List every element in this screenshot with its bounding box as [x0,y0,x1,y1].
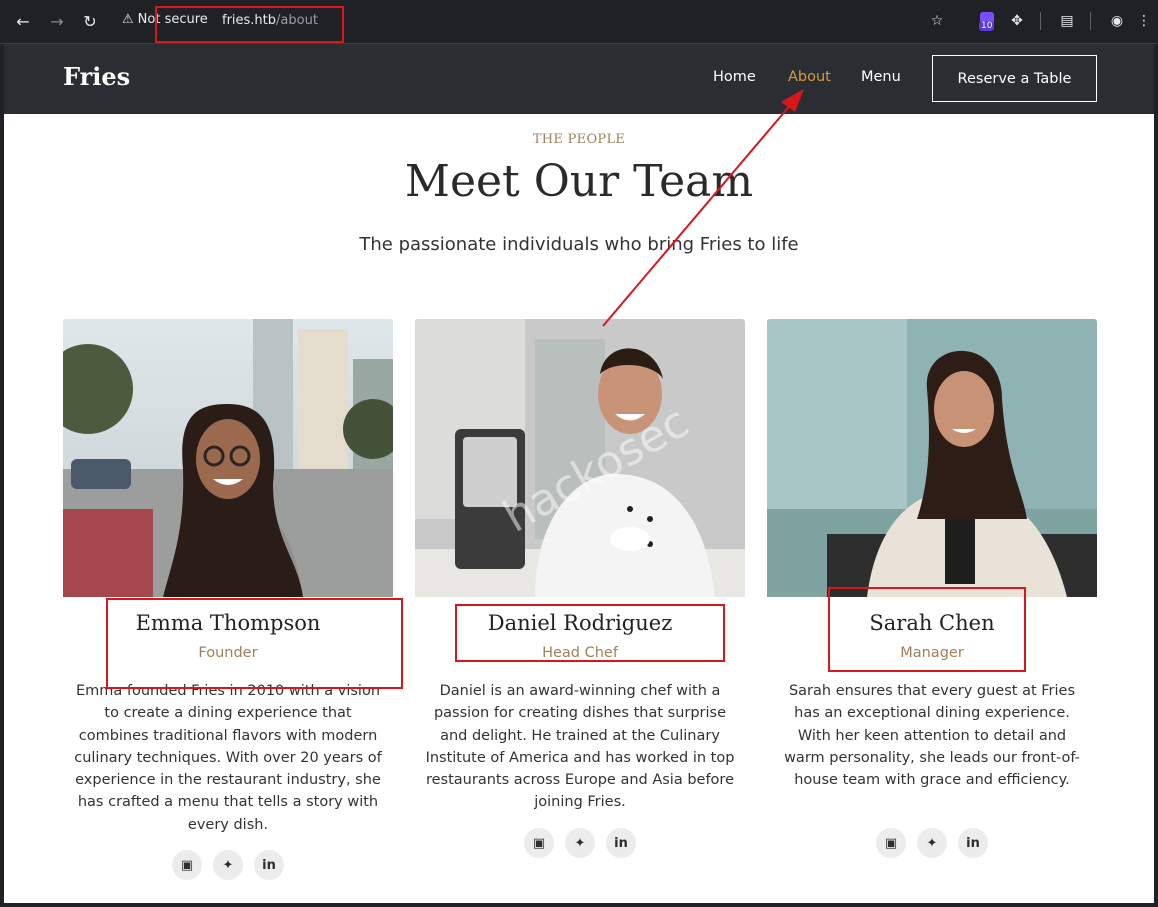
annotation-arrow [602,89,804,327]
